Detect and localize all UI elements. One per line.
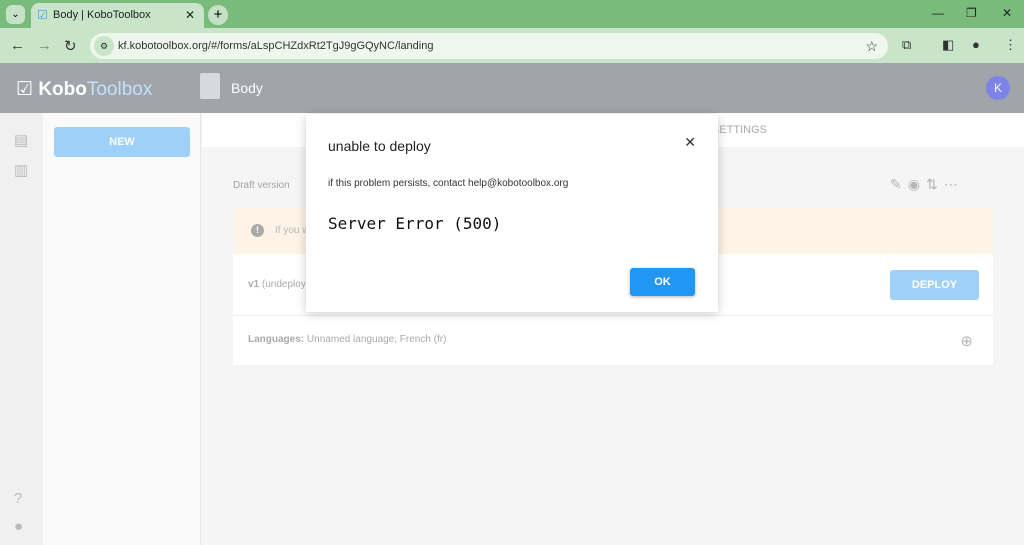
reload-icon[interactable]: ↻ [64,37,77,55]
languages-label: Languages: [248,334,305,345]
modal-title: unable to deploy [328,138,431,154]
menu-icon[interactable]: ⋮ [1004,37,1017,53]
modal-message: if this problem persists, contact help@k… [328,178,569,189]
address-bar-row: ← → ↻ ⚙ kf.kobotoolbox.org/#/forms/aLspCH… [0,28,1024,63]
app-header: ☑ KoboToolbox Body K [0,63,1024,113]
new-tab-button[interactable]: + [208,5,228,25]
error-text: Server Error (500) [328,214,502,233]
globe-icon[interactable]: ⊕ [960,332,973,350]
url-text: kf.kobotoolbox.org/#/forms/aLspCHZdxRt2T… [118,40,434,52]
form-toolbar: ✎◉⇅⋯ [890,176,964,193]
languages-row: Languages: Unnamed language, French (fr)… [233,316,993,365]
close-icon[interactable]: ✕ [684,134,696,151]
error-modal: unable to deploy ✕ if this problem persi… [306,114,718,312]
sidebar: NEW [43,113,201,545]
github-icon[interactable]: ● [14,519,30,535]
tab-search-button[interactable]: ⌄ [6,5,25,24]
replace-icon[interactable]: ⇅ [926,176,944,192]
site-info-icon[interactable]: ⚙ [94,36,114,56]
forward-icon[interactable]: → [37,37,52,54]
kobotoolbox-logo[interactable]: ☑ KoboToolbox [16,78,152,101]
alert-text: If you w [275,225,310,236]
profile-icon[interactable]: ● [972,37,980,52]
tab-title: Body | KoboToolbox [53,9,151,21]
restore-icon[interactable]: ❐ [966,6,977,20]
more-icon[interactable]: ⋯ [944,176,964,192]
browser-tab[interactable]: ☑ Body | KoboToolbox ✕ [31,3,204,28]
kobo-favicon-icon: ☑ [37,8,48,22]
library-icon[interactable]: ▥ [14,163,30,179]
new-button[interactable]: NEW [54,127,190,157]
logo-text-b: Toolbox [86,79,153,100]
close-tab-icon[interactable]: ✕ [185,3,195,27]
browser-tabbar: ⌄ ☑ Body | KoboToolbox ✕ + — ❐ ✕ [0,0,1024,28]
preview-eye-icon[interactable]: ◉ [908,176,926,192]
icon-rail: ▤ ▥ ? ● [0,113,43,545]
alert-icon: ! [251,224,264,237]
bookmark-star-icon[interactable]: ☆ [865,33,878,59]
page-title: Body [231,80,263,96]
minimize-icon[interactable]: — [932,6,944,20]
url-input[interactable]: ⚙ kf.kobotoolbox.org/#/forms/aLspCHZdxRt2… [90,33,888,59]
languages-value: Unnamed language, French (fr) [306,334,447,345]
extensions-icon[interactable]: ⧉ [902,37,911,53]
version-status: (undeploy [261,279,306,290]
deploy-button[interactable]: DEPLOY [890,270,979,300]
close-window-icon[interactable]: ✕ [1002,6,1012,20]
ok-button[interactable]: OK [630,268,695,296]
back-icon[interactable]: ← [10,37,25,54]
avatar[interactable]: K [986,76,1010,100]
tab-settings[interactable]: SETTINGS [712,124,767,136]
help-icon[interactable]: ? [14,491,30,507]
draft-version-label: Draft version [233,180,290,191]
form-document-icon [200,73,220,99]
logo-text-a: Kobo [38,79,87,100]
side-panel-icon[interactable]: ◧ [942,37,954,53]
edit-icon[interactable]: ✎ [890,176,908,192]
version-label: v1 [248,279,260,290]
forms-icon[interactable]: ▤ [14,133,30,149]
